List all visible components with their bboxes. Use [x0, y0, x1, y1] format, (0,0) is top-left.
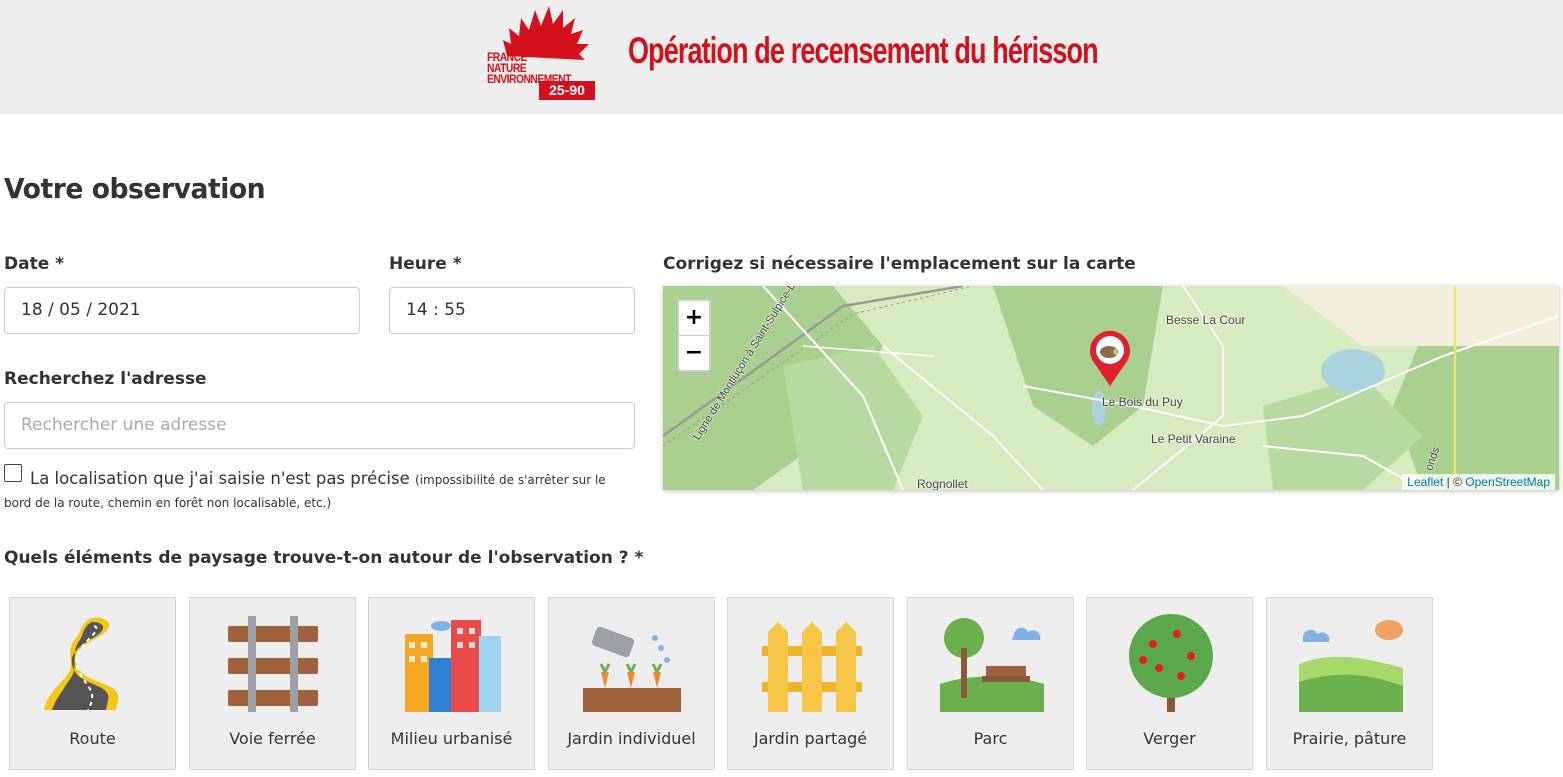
zoom-in-button[interactable]: +: [679, 301, 709, 336]
time-input[interactable]: 14 : 55: [389, 287, 635, 334]
imprecise-note-2: bord de la route, chemin en forêt non lo…: [4, 496, 332, 510]
railway-icon: [228, 616, 318, 712]
imprecise-location-label[interactable]: La localisation que j'ai saisie n'est pa…: [4, 467, 615, 510]
location-marker-icon[interactable]: [1085, 328, 1135, 388]
map-place-rognollet: Rognollet: [917, 477, 968, 490]
page-title: Opération de recensement du hérisson: [628, 30, 1099, 71]
date-input[interactable]: 18 / 05 / 2021: [4, 287, 360, 334]
road-icon: [44, 617, 119, 711]
tile-label: Jardin individuel: [567, 729, 696, 748]
tile-label: Jardin partagé: [753, 729, 868, 748]
attribution-separator: | ©: [1443, 475, 1466, 489]
map-attribution: Leaflet | © OpenStreetMap: [1402, 474, 1555, 490]
tile-label: Route: [69, 729, 116, 748]
map-place-varaine: Le Petit Varaine: [1151, 432, 1236, 446]
fne-logo[interactable]: FRANCE NATURE ENVIRONNEMENT 25-90: [487, 4, 599, 102]
landscape-option-milieu-urbanise[interactable]: Milieu urbanisé: [368, 597, 535, 770]
imprecise-note-1: (impossibilité de s'arrêter sur le: [414, 473, 606, 487]
logo-badge: 25-90: [539, 81, 595, 100]
imprecise-location-checkbox[interactable]: [4, 464, 22, 482]
landscape-question: Quels éléments de paysage trouve-t-on au…: [4, 548, 644, 568]
park-icon: [940, 618, 1044, 712]
landscape-option-parc[interactable]: Parc: [907, 597, 1074, 770]
address-search-input[interactable]: Rechercher une adresse: [4, 402, 635, 449]
landscape-option-voie-ferree[interactable]: Voie ferrée: [189, 597, 356, 770]
landscape-option-prairie-pature[interactable]: Prairie, pâture: [1266, 597, 1433, 770]
orchard-tree-icon: [1129, 614, 1213, 712]
section-title: Votre observation: [4, 172, 266, 205]
leaflet-link[interactable]: Leaflet: [1407, 475, 1443, 489]
garden-icon: [583, 626, 681, 712]
map-place-bois: Le Bois du Puy: [1102, 395, 1183, 409]
meadow-icon: [1299, 620, 1403, 712]
tile-label: Parc: [973, 729, 1008, 748]
date-label: Date *: [4, 254, 65, 274]
osm-link[interactable]: OpenStreetMap: [1465, 475, 1550, 489]
map-place-besse: Besse La Cour: [1166, 313, 1246, 327]
tile-label: Verger: [1143, 729, 1196, 748]
landscape-option-jardin-partage[interactable]: Jardin partagé: [727, 597, 894, 770]
address-label: Recherchez l'adresse: [4, 369, 207, 389]
site-header: FRANCE NATURE ENVIRONNEMENT 25-90 Opérat…: [0, 0, 1563, 114]
map-zoom-control: + −: [677, 299, 711, 372]
tile-label: Voie ferrée: [229, 729, 316, 748]
tile-label: Milieu urbanisé: [390, 729, 513, 748]
logo-line-1: FRANCE NATURE: [487, 50, 527, 75]
imprecise-label-text: La localisation que j'ai saisie n'est pa…: [30, 469, 410, 488]
landscape-option-jardin-individuel[interactable]: Jardin individuel: [548, 597, 715, 770]
landscape-option-route[interactable]: Route: [9, 597, 176, 770]
tile-label: Prairie, pâture: [1292, 729, 1407, 748]
location-map[interactable]: Besse La Cour Le Bois du Puy Le Petit Va…: [663, 286, 1559, 490]
map-label: Corrigez si nécessaire l'emplacement sur…: [663, 254, 1136, 274]
zoom-out-button[interactable]: −: [679, 336, 709, 370]
fence-icon: [762, 622, 862, 712]
city-icon: [405, 620, 501, 712]
time-label: Heure *: [389, 254, 462, 274]
landscape-option-verger[interactable]: Verger: [1086, 597, 1253, 770]
map-tiles: [663, 286, 1559, 490]
